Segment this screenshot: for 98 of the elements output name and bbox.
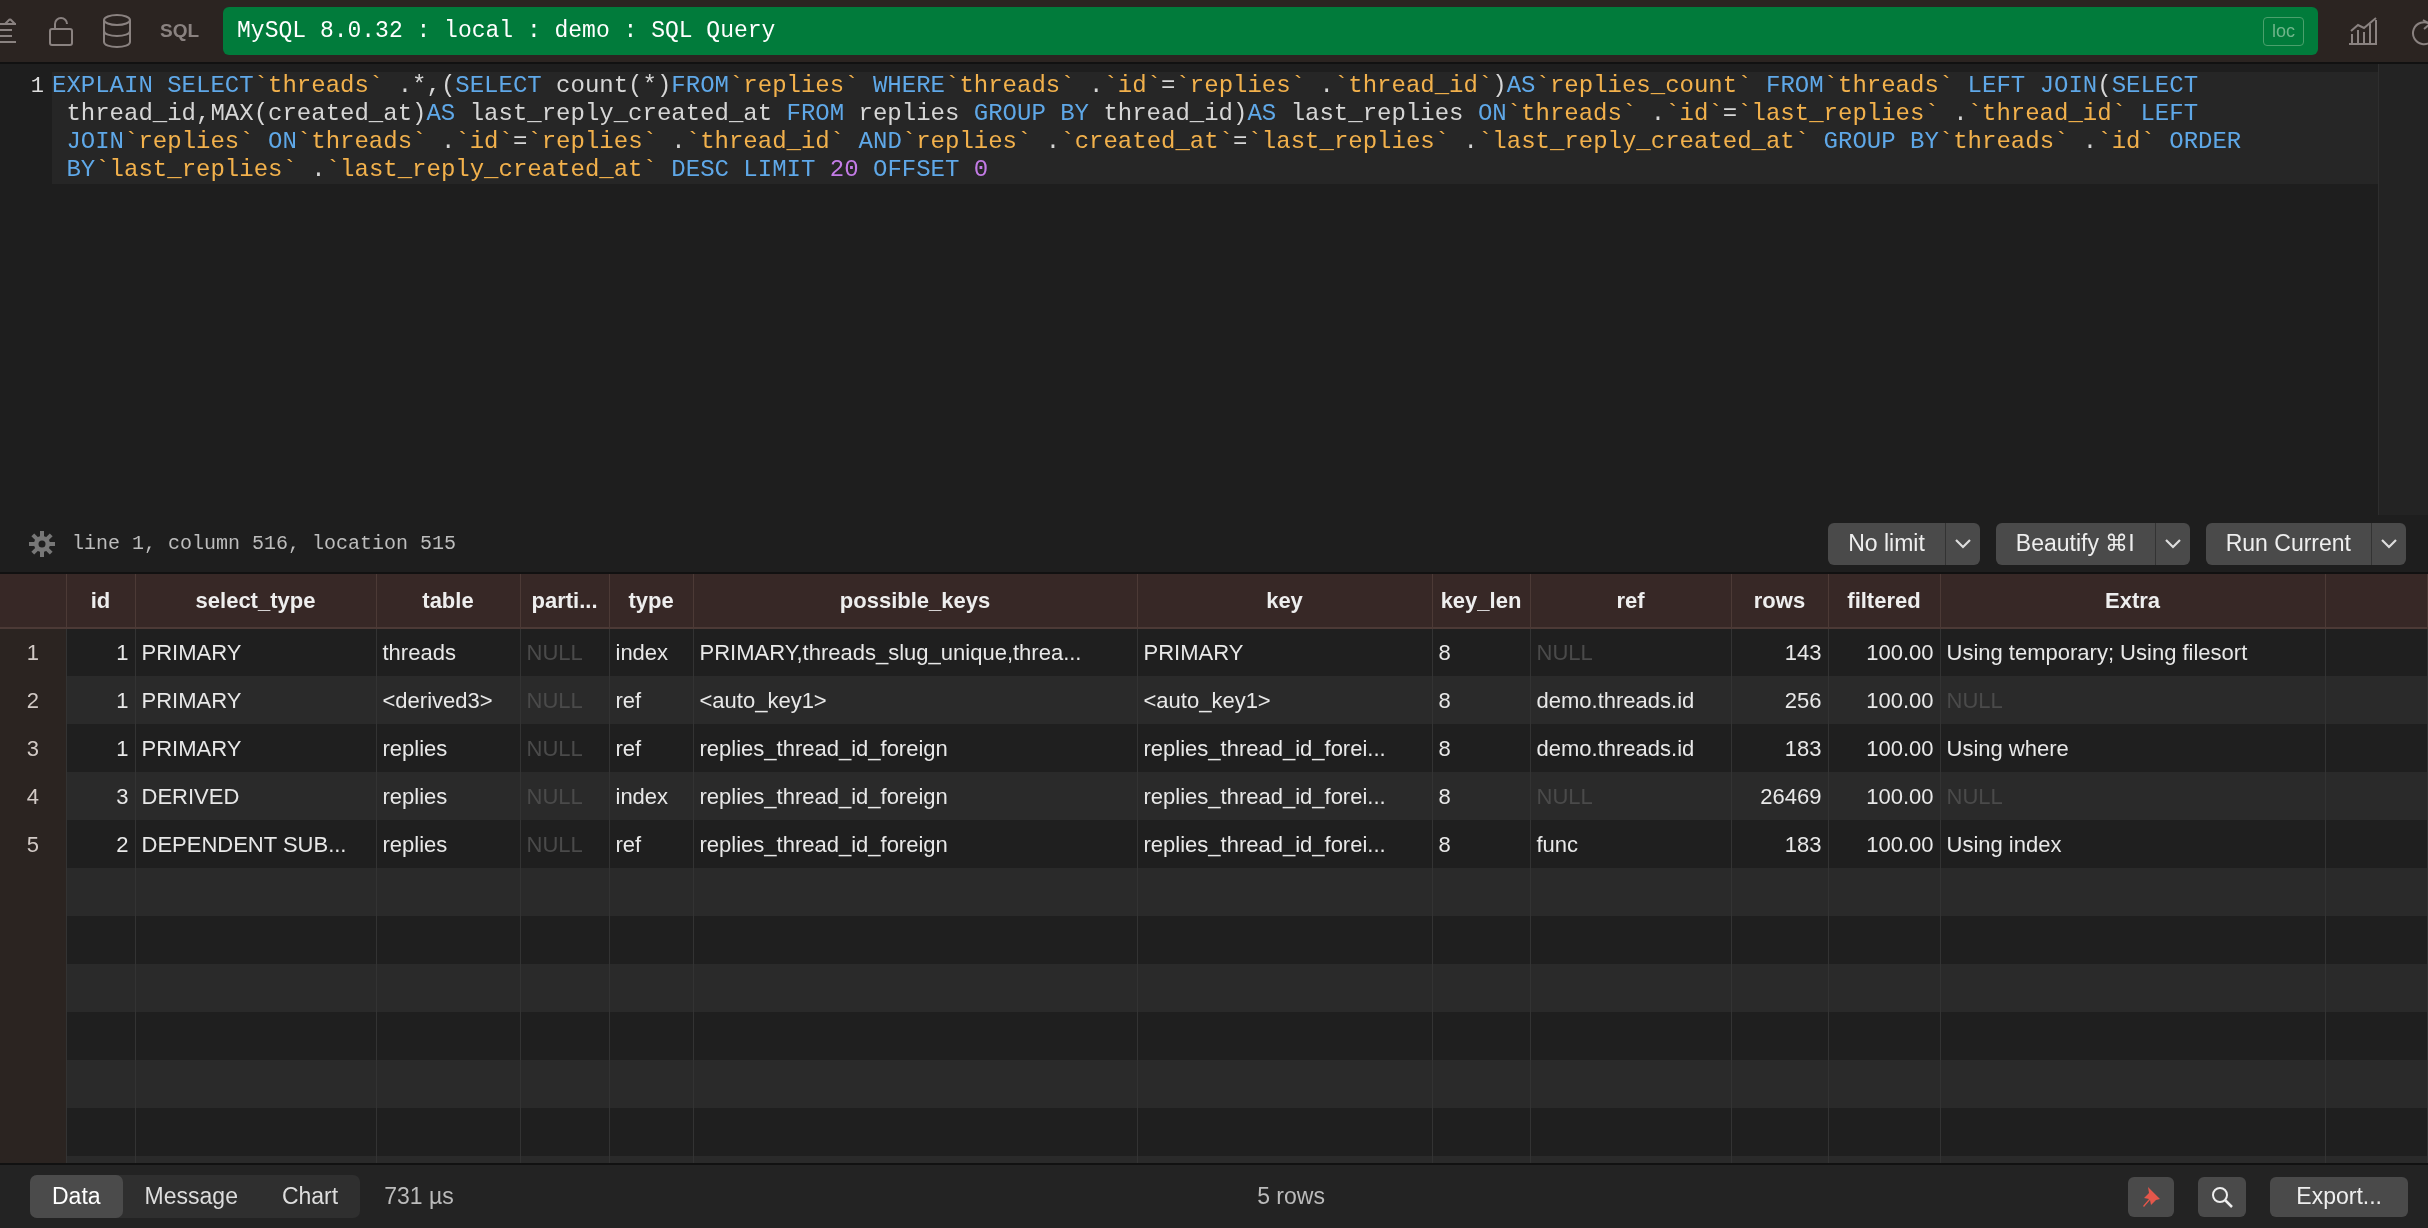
location-badge: loc — [2263, 16, 2304, 46]
code-line: JOIN`replies` ON`threads` .`id`=`replies` .`thread_id` AND`replies` .`created_at`=`last_replies` .`last_reply_created_at` GROUP BY`threads` .`id` ORDER — [65, 128, 2242, 156]
column-header[interactable]: Extra — [1940, 574, 2325, 628]
table-cell: <auto_key1> — [1137, 676, 1432, 724]
table-cell: 183 — [1731, 820, 1828, 868]
table-cell: replies_thread_id_forei... — [1137, 724, 1432, 772]
search-icon — [2210, 1184, 2235, 1209]
table-cell: ref — [609, 676, 693, 724]
table-cell: 256 — [1731, 676, 1828, 724]
row-count: 5 rows — [1256, 1182, 1326, 1212]
column-header[interactable]: possible_keys — [693, 574, 1137, 628]
table-cell: replies — [376, 724, 520, 772]
caret-icon[interactable] — [1953, 537, 1972, 550]
table-cell: <derived3> — [376, 676, 520, 724]
table-cell: replies_thread_id_forei... — [1137, 820, 1432, 868]
table-cell: 183 — [1731, 724, 1828, 772]
table-cell: DEPENDENT SUB... — [135, 820, 376, 868]
caret-icon[interactable] — [2380, 537, 2398, 550]
table-cell: 8 — [1432, 724, 1530, 772]
table-cell: PRIMARY,threads_slug_unique,threa... — [693, 628, 1137, 676]
table-cell: Using index — [1940, 820, 2325, 868]
table-cell: 100.00 — [1828, 820, 1940, 868]
table-cell: 100.00 — [1828, 724, 1940, 772]
table-cell: 26469 — [1731, 772, 1828, 820]
table-cell: index — [609, 628, 693, 676]
table-cell: Using temporary; Using filesort — [1940, 628, 2325, 676]
pin-icon — [2140, 1184, 2163, 1209]
table-cell: 100.00 — [1828, 628, 1940, 676]
result-tab[interactable]: Data — [30, 1175, 123, 1218]
table-cell: 1 — [66, 628, 135, 676]
table-cell: 2 — [66, 820, 135, 868]
result-tab[interactable]: Chart — [259, 1175, 361, 1218]
column-header[interactable]: table — [376, 574, 520, 628]
database-icon[interactable] — [102, 14, 132, 48]
table-cell: 1 — [66, 724, 135, 772]
row-number: 5 — [26, 831, 39, 858]
table-cell: replies — [376, 820, 520, 868]
table-cell: ref — [609, 724, 693, 772]
dropdown-button[interactable]: Beautify ⌘I — [1995, 522, 2190, 565]
column-header[interactable]: key_len — [1432, 574, 1530, 628]
table-cell: demo.threads.id — [1530, 724, 1731, 772]
cursor-position: line 1, column 516, location 515 — [72, 530, 458, 557]
table-cell: 100.00 — [1828, 772, 1940, 820]
code-line: EXPLAIN SELECT`threads` .*,(SELECT count(*)FROM`replies` WHERE`threads` .`id`=`replies` .`thread_id`)AS`replies_count` FROM`threads` LEFT JOIN(SELECT — [52, 72, 2199, 100]
table-cell: 8 — [1432, 676, 1530, 724]
sql-tab[interactable]: SQL — [160, 16, 200, 46]
table-cell: ref — [609, 820, 693, 868]
code-line: BY`last_replies` .`last_reply_created_at` DESC LIMIT 20 OFFSET 0 — [65, 156, 989, 184]
table-cell: 143 — [1731, 628, 1828, 676]
row-number: 3 — [26, 735, 39, 762]
row-number: 2 — [26, 687, 39, 714]
chart-icon[interactable] — [2346, 16, 2380, 46]
table-cell: index — [609, 772, 693, 820]
scrollbar[interactable] — [2378, 64, 2428, 515]
table-cell: replies_thread_id_foreign — [693, 724, 1137, 772]
column-header[interactable]: rows — [1731, 574, 1828, 628]
dropdown-button[interactable]: Run Current — [2205, 522, 2406, 565]
table-cell: func — [1530, 820, 1731, 868]
pin-button[interactable] — [2128, 1176, 2175, 1217]
table-cell: PRIMARY — [135, 628, 376, 676]
row-number: 4 — [26, 783, 39, 810]
caret-icon[interactable] — [2163, 537, 2182, 550]
column-header[interactable]: parti... — [520, 574, 609, 628]
code-line: thread_id,MAX(created_at)AS last_reply_created_at FROM replies GROUP BY thread_id)AS last_replies ON`threads` .`id`=`last_replies` .`thread_id` LEFT — [65, 100, 2199, 128]
column-header[interactable]: ref — [1530, 574, 1731, 628]
table-cell: 3 — [66, 772, 135, 820]
query-time: 731 µs — [384, 1182, 454, 1212]
table-cell: replies — [376, 772, 520, 820]
result-tab[interactable]: Message — [122, 1175, 260, 1218]
settings-icon[interactable] — [28, 529, 56, 558]
search-button[interactable] — [2198, 1176, 2247, 1217]
table-cell: demo.threads.id — [1530, 676, 1731, 724]
column-header[interactable]: filtered — [1828, 574, 1940, 628]
table-cell: 8 — [1432, 772, 1530, 820]
table-cell: <auto_key1> — [693, 676, 1137, 724]
column-header[interactable]: key — [1137, 574, 1432, 628]
table-cell: replies_thread_id_foreign — [693, 772, 1137, 820]
table-cell: PRIMARY — [135, 676, 376, 724]
table-cell: 100.00 — [1828, 676, 1940, 724]
table-cell: threads — [376, 628, 520, 676]
table-cell: 1 — [66, 676, 135, 724]
table-cell: replies_thread_id_forei... — [1137, 772, 1432, 820]
dropdown-button[interactable]: No limit — [1828, 522, 1980, 565]
table-cell: replies_thread_id_foreign — [693, 820, 1137, 868]
line-number: 1 — [30, 74, 44, 99]
table-cell: PRIMARY — [1137, 628, 1432, 676]
connection-title: MySQL 8.0.32 : local : demo : SQL Query — [237, 16, 777, 46]
table-cell: Using where — [1940, 724, 2325, 772]
column-header[interactable]: type — [609, 574, 693, 628]
column-header[interactable]: id — [66, 574, 135, 628]
table-cell: 8 — [1432, 628, 1530, 676]
table-cell: DERIVED — [135, 772, 376, 820]
table-cell: 8 — [1432, 820, 1530, 868]
table-cell: PRIMARY — [135, 724, 376, 772]
column-header[interactable]: select_type — [135, 574, 376, 628]
lock-icon[interactable] — [48, 16, 74, 46]
row-number: 1 — [26, 640, 39, 666]
export-button[interactable]: Export... — [2270, 1176, 2408, 1217]
